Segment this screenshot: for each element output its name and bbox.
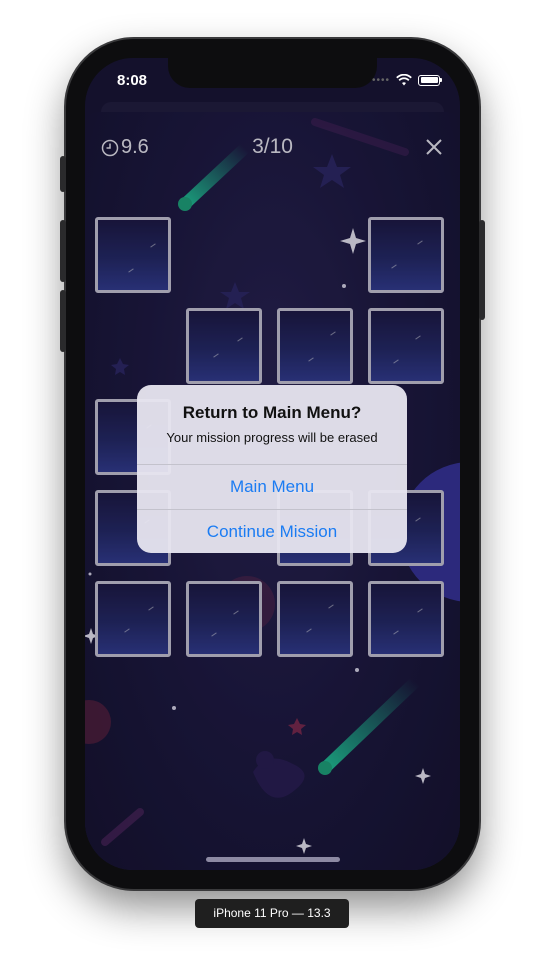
signal-dots-icon: •••• (371, 74, 390, 86)
volume-down-button (60, 290, 66, 352)
silent-switch (60, 156, 66, 192)
battery-icon (418, 74, 440, 86)
device-screen: 8:08 •••• 9.6 3/10 Return to Main Menu? … (85, 58, 460, 870)
wifi-icon (396, 74, 412, 86)
status-time: 8:08 (116, 72, 148, 89)
status-icons: •••• (372, 74, 442, 86)
return-to-menu-alert: Return to Main Menu? Your mission progre… (137, 385, 407, 553)
power-button (479, 220, 485, 320)
main-menu-button[interactable]: Main Menu (137, 465, 407, 509)
alert-message: Your mission progress will be erased (166, 430, 378, 445)
volume-up-button (60, 220, 66, 282)
notch (168, 58, 377, 88)
device-caption: iPhone 11 Pro — 13.3 (195, 899, 349, 928)
alert-title: Return to Main Menu? (182, 403, 362, 422)
home-indicator[interactable] (206, 857, 340, 862)
continue-mission-button[interactable]: Continue Mission (137, 510, 407, 553)
